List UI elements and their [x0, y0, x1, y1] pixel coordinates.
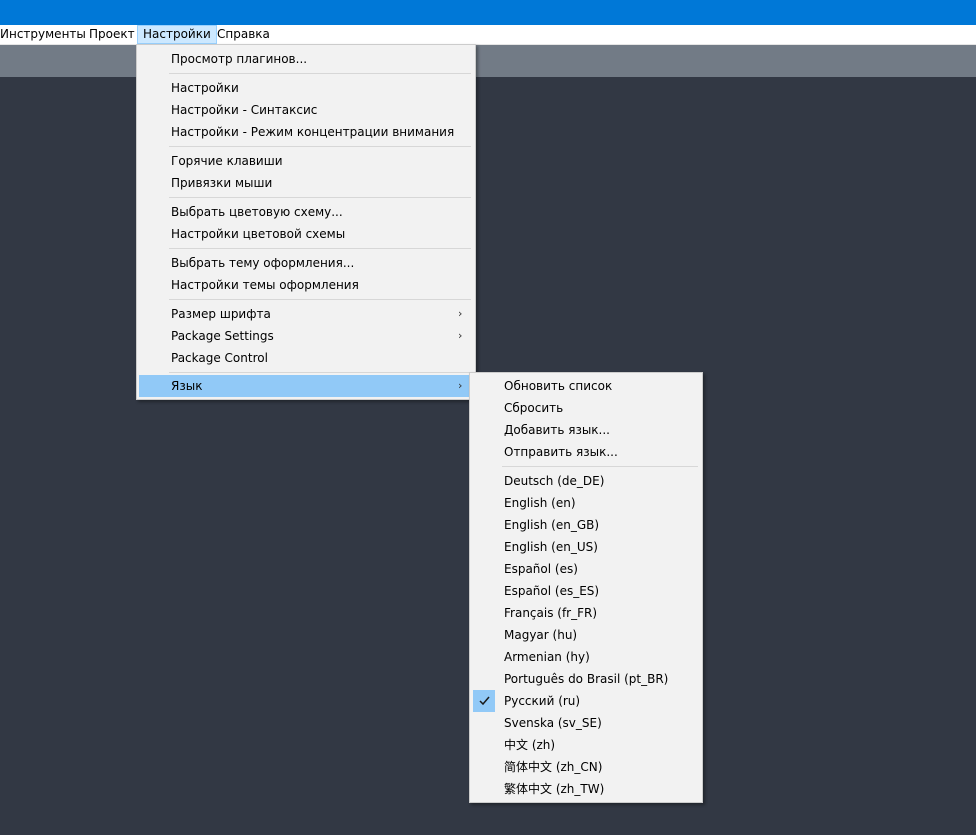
- menu-separator: [502, 466, 698, 467]
- menu-item-label: Français (fr_FR): [504, 606, 598, 620]
- menu-item-lang-en-gb[interactable]: English (en_GB): [472, 514, 700, 536]
- menu-project[interactable]: Проект: [83, 25, 141, 44]
- menu-item-label: 简体中文 (zh_CN): [504, 760, 603, 774]
- menu-item-lang-en-us[interactable]: English (en_US): [472, 536, 700, 558]
- menu-item-label: English (en_US): [504, 540, 598, 554]
- menu-item-select-color-scheme[interactable]: Выбрать цветовую схему...: [139, 201, 473, 223]
- menu-item-label: Package Settings: [171, 329, 274, 343]
- menu-item-lang-zh-cn[interactable]: 简体中文 (zh_CN): [472, 756, 700, 778]
- menu-item-mouse-bindings[interactable]: Привязки мыши: [139, 172, 473, 194]
- menu-item-font-size[interactable]: Размер шрифта ›: [139, 303, 473, 325]
- menu-item-theme-settings[interactable]: Настройки темы оформления: [139, 274, 473, 296]
- menu-item-plugin-browser[interactable]: Просмотр плагинов...: [139, 48, 473, 70]
- menu-item-refresh-list[interactable]: Обновить список: [472, 375, 700, 397]
- menu-item-settings-distraction-free[interactable]: Настройки - Режим концентрации внимания: [139, 121, 473, 143]
- menu-item-language[interactable]: Язык ›: [139, 375, 473, 397]
- menu-item-label: Язык: [171, 379, 203, 393]
- menu-item-lang-zh[interactable]: 中文 (zh): [472, 734, 700, 756]
- menu-separator: [169, 197, 471, 198]
- menu-item-label: Armenian (hy): [504, 650, 590, 664]
- menu-item-add-language[interactable]: Добавить язык...: [472, 419, 700, 441]
- menu-tools[interactable]: Инструменты: [0, 25, 92, 44]
- menu-item-label: Выбрать тему оформления...: [171, 256, 355, 270]
- menu-separator: [169, 299, 471, 300]
- menu-help[interactable]: Справка: [211, 25, 276, 44]
- menu-item-lang-de-de[interactable]: Deutsch (de_DE): [472, 470, 700, 492]
- menu-item-lang-hy[interactable]: Armenian (hy): [472, 646, 700, 668]
- settings-menu: Просмотр плагинов... Настройки Настройки…: [136, 44, 476, 400]
- menu-item-label: Magyar (hu): [504, 628, 578, 642]
- chevron-right-icon: ›: [458, 329, 463, 342]
- menu-settings[interactable]: Настройки: [137, 25, 217, 44]
- menu-item-lang-hu[interactable]: Magyar (hu): [472, 624, 700, 646]
- menu-item-label: Добавить язык...: [504, 423, 610, 437]
- menu-item-color-scheme-settings[interactable]: Настройки цветовой схемы: [139, 223, 473, 245]
- menu-item-label: Español (es): [504, 562, 578, 576]
- title-bar: [0, 0, 976, 25]
- menu-item-label: Настройки темы оформления: [171, 278, 359, 292]
- menu-item-label: Настройки - Режим концентрации внимания: [171, 125, 455, 139]
- menu-item-label: Svenska (sv_SE): [504, 716, 602, 730]
- menu-item-label: 中文 (zh): [504, 738, 556, 752]
- menu-item-lang-ru[interactable]: Русский (ru): [472, 690, 700, 712]
- menu-item-label: English (en_GB): [504, 518, 600, 532]
- menu-item-lang-sv-se[interactable]: Svenska (sv_SE): [472, 712, 700, 734]
- menu-item-lang-fr-fr[interactable]: Français (fr_FR): [472, 602, 700, 624]
- menu-item-submit-language[interactable]: Отправить язык...: [472, 441, 700, 463]
- menu-separator: [169, 248, 471, 249]
- language-submenu: Обновить список Сбросить Добавить язык..…: [469, 372, 703, 803]
- menu-item-label: Package Control: [171, 351, 268, 365]
- menu-item-label: Размер шрифта: [171, 307, 271, 321]
- menu-item-key-bindings[interactable]: Горячие клавиши: [139, 150, 473, 172]
- checkmark-icon: [473, 690, 495, 712]
- menu-item-label: Deutsch (de_DE): [504, 474, 605, 488]
- menu-item-package-settings[interactable]: Package Settings ›: [139, 325, 473, 347]
- menu-item-label: Español (es_ES): [504, 584, 600, 598]
- menu-item-lang-es[interactable]: Español (es): [472, 558, 700, 580]
- menu-item-label: Настройки цветовой схемы: [171, 227, 346, 241]
- menu-item-label: Русский (ru): [504, 694, 581, 708]
- menu-item-label: Настройки: [171, 81, 239, 95]
- menu-separator: [169, 146, 471, 147]
- menu-item-label: Отправить язык...: [504, 445, 618, 459]
- menu-item-lang-en[interactable]: English (en): [472, 492, 700, 514]
- menu-item-label: Просмотр плагинов...: [171, 52, 308, 66]
- chevron-right-icon: ›: [458, 307, 463, 320]
- menu-item-lang-pt-br[interactable]: Português do Brasil (pt_BR): [472, 668, 700, 690]
- menu-item-reset[interactable]: Сбросить: [472, 397, 700, 419]
- menu-item-lang-zh-tw[interactable]: 繁体中文 (zh_TW): [472, 778, 700, 800]
- menu-item-select-theme[interactable]: Выбрать тему оформления...: [139, 252, 473, 274]
- chevron-right-icon: ›: [458, 379, 463, 392]
- menu-item-label: Português do Brasil (pt_BR): [504, 672, 669, 686]
- menu-item-label: Выбрать цветовую схему...: [171, 205, 343, 219]
- menu-item-label: Привязки мыши: [171, 176, 273, 190]
- menu-item-label: Обновить список: [504, 379, 613, 393]
- menu-item-label: Сбросить: [504, 401, 564, 415]
- menu-item-package-control[interactable]: Package Control: [139, 347, 473, 369]
- menu-separator: [169, 73, 471, 74]
- menu-item-label: 繁体中文 (zh_TW): [504, 782, 605, 796]
- menu-item-settings-syntax[interactable]: Настройки - Синтаксис: [139, 99, 473, 121]
- menu-item-label: English (en): [504, 496, 576, 510]
- menu-item-settings[interactable]: Настройки: [139, 77, 473, 99]
- menu-item-lang-es-es[interactable]: Español (es_ES): [472, 580, 700, 602]
- menu-item-label: Горячие клавиши: [171, 154, 283, 168]
- menu-separator: [169, 372, 471, 373]
- menu-bar: Инструменты Проект Настройки Справка: [0, 25, 976, 45]
- menu-item-label: Настройки - Синтаксис: [171, 103, 318, 117]
